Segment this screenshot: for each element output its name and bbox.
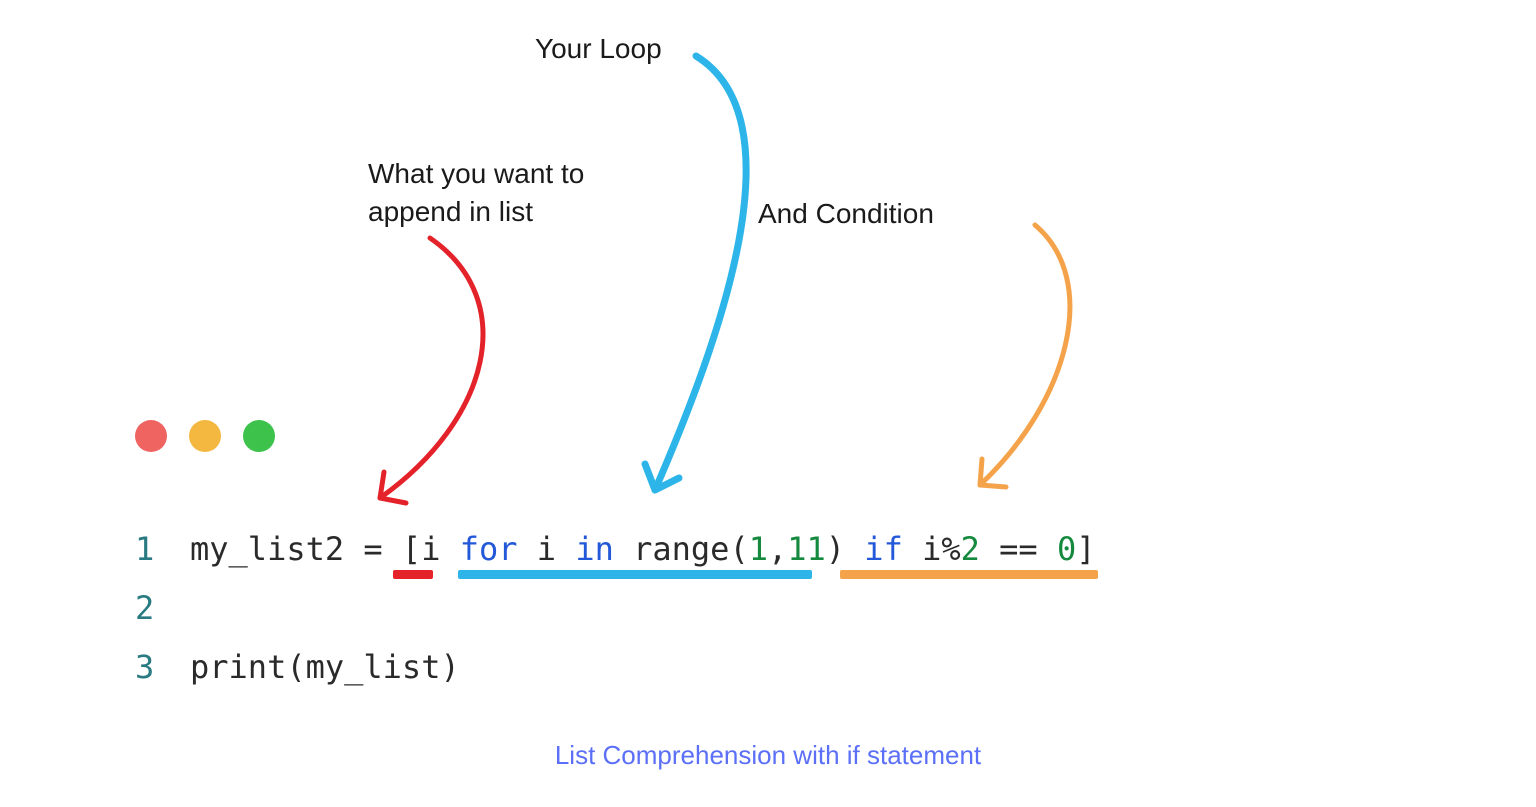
tok-t2: i — [518, 530, 576, 568]
underline-loop — [458, 570, 812, 579]
tok-t8: ] — [1076, 530, 1095, 568]
tok-print: print(my_list) — [190, 638, 460, 697]
lineno-1: 1 — [135, 520, 190, 579]
underline-append — [393, 570, 433, 579]
annotation-append: What you want to append in list — [368, 155, 584, 231]
tok-t6: i% — [903, 530, 961, 568]
tok-for: for — [460, 530, 518, 568]
code-line-2: 2 — [135, 579, 1095, 638]
tok-n2: 11 — [787, 530, 826, 568]
code-line-3: 3 print(my_list) — [135, 638, 1095, 697]
window-dots — [135, 420, 275, 452]
tok-t7: == — [980, 530, 1057, 568]
dot-green — [243, 420, 275, 452]
tok-n4: 0 — [1057, 530, 1076, 568]
annotation-append-line2: append in list — [368, 196, 533, 227]
caption: List Comprehension with if statement — [0, 740, 1536, 771]
tok-if: if — [864, 530, 903, 568]
lineno-2: 2 — [135, 579, 190, 638]
tok-n3: 2 — [961, 530, 980, 568]
tok-t5: ) — [826, 530, 865, 568]
lineno-3: 3 — [135, 638, 190, 697]
tok-n1: 1 — [749, 530, 768, 568]
dot-yellow — [189, 420, 221, 452]
annotation-loop: Your Loop — [535, 30, 662, 68]
tok-t3: range( — [614, 530, 749, 568]
annotation-append-line1: What you want to — [368, 158, 584, 189]
annotation-condition: And Condition — [758, 195, 934, 233]
underline-condition — [840, 570, 1098, 579]
tok-t1: my_list2 = [i — [190, 530, 460, 568]
tok-in: in — [575, 530, 614, 568]
code-block: 1 my_list2 = [i for i in range(1,11) if … — [135, 520, 1095, 698]
tok-t4: , — [768, 530, 787, 568]
dot-red — [135, 420, 167, 452]
